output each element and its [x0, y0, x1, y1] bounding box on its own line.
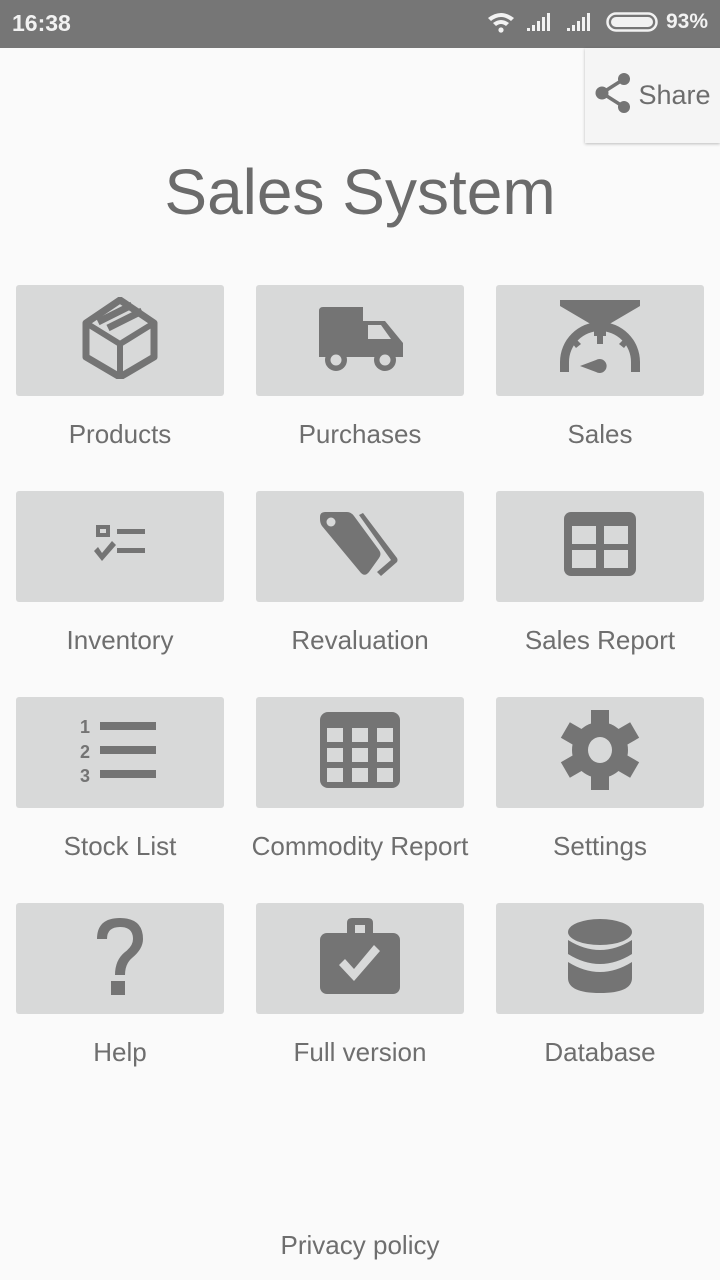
checklist-icon — [93, 523, 147, 570]
truck-icon — [315, 305, 405, 376]
tile-sales-report[interactable]: Sales Report — [496, 491, 704, 681]
signal-icon — [566, 12, 596, 32]
tile-label: Sales — [567, 419, 633, 449]
tile-commodity-report[interactable]: Commodity Report — [252, 697, 468, 887]
status-time: 16:38 — [12, 10, 71, 36]
box-icon — [82, 296, 158, 384]
svg-text:2: 2 — [80, 742, 90, 762]
tile-label: Commodity Report — [251, 831, 469, 861]
tile-settings[interactable]: Settings — [496, 697, 704, 887]
tile-full-version[interactable]: Full version — [256, 903, 464, 1093]
svg-text:1: 1 — [80, 717, 90, 737]
status-bar: 16:38 93% — [0, 0, 720, 48]
tile-inventory[interactable]: Inventory — [16, 491, 224, 681]
tile-label: Purchases — [298, 419, 422, 449]
share-icon — [594, 72, 632, 119]
tile-help[interactable]: Help — [16, 903, 224, 1093]
calculator-grid-icon — [319, 711, 401, 794]
privacy-policy-link[interactable]: Privacy policy — [0, 1230, 720, 1261]
app-title: Sales System — [164, 156, 556, 228]
tile-label: Database — [544, 1037, 656, 1067]
tile-label: Revaluation — [291, 625, 429, 655]
share-button[interactable]: Share — [585, 48, 720, 143]
wifi-icon — [486, 11, 516, 33]
tile-label: Sales Report — [524, 625, 676, 655]
numbered-list-icon: 1 2 3 — [80, 717, 160, 788]
battery-percent: 93% — [665, 10, 708, 33]
svg-text:3: 3 — [80, 766, 90, 783]
briefcase-check-icon — [319, 917, 401, 1000]
tile-sales[interactable]: Sales — [496, 285, 704, 475]
tile-products[interactable]: Products — [16, 285, 224, 475]
tile-label: Stock List — [63, 831, 177, 861]
tile-label: Inventory — [66, 625, 174, 655]
tile-database[interactable]: Database — [496, 903, 704, 1093]
tile-stock-list[interactable]: 1 2 3 Stock List — [16, 697, 224, 887]
tile-purchases[interactable]: Purchases — [256, 285, 464, 475]
question-icon — [94, 915, 146, 1002]
tile-label: Products — [68, 419, 172, 449]
database-icon — [567, 918, 633, 999]
tile-revaluation[interactable]: Revaluation — [256, 491, 464, 681]
tile-label: Settings — [553, 831, 647, 861]
tags-icon — [319, 510, 401, 583]
table-icon — [563, 511, 637, 582]
signal-icon — [526, 12, 556, 32]
battery-icon — [606, 11, 658, 33]
tile-label: Full version — [293, 1037, 427, 1067]
share-label: Share — [638, 80, 711, 110]
scale-icon — [558, 300, 642, 381]
gear-icon — [559, 709, 641, 796]
tile-label: Help — [93, 1037, 147, 1067]
